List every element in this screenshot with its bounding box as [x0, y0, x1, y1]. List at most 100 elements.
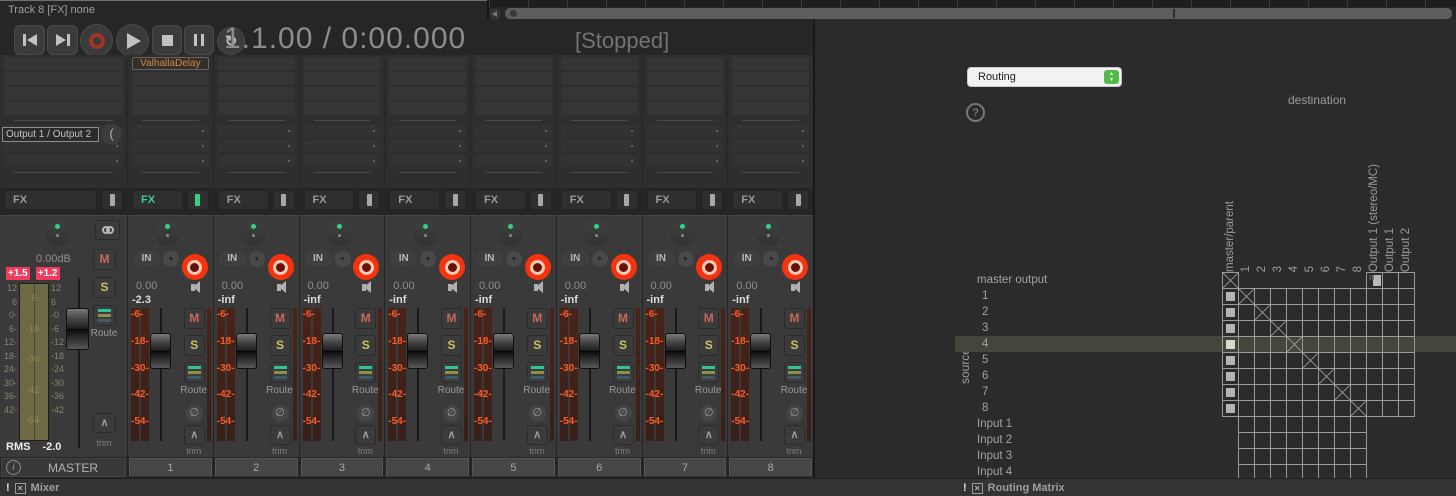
matrix-cell[interactable]	[1238, 304, 1255, 321]
send-slot[interactable]	[732, 155, 809, 167]
record-arm-button[interactable]	[611, 254, 637, 280]
send-slot[interactable]	[132, 155, 209, 167]
fx-slot[interactable]	[561, 87, 638, 100]
matrix-cell[interactable]	[1222, 288, 1239, 305]
route-button[interactable]	[184, 362, 205, 383]
send-slot[interactable]	[561, 125, 638, 137]
matrix-cell[interactable]	[1286, 288, 1303, 305]
matrix-cell[interactable]	[1270, 368, 1287, 385]
send-slot[interactable]	[475, 155, 552, 167]
matrix-cell[interactable]	[1382, 272, 1399, 289]
matrix-cell[interactable]	[1302, 288, 1319, 305]
send-slot[interactable]	[475, 125, 552, 137]
fx-slot[interactable]	[4, 57, 123, 70]
matrix-cell[interactable]	[1286, 416, 1303, 433]
matrix-cell[interactable]	[1350, 304, 1367, 321]
fx-slot[interactable]	[389, 102, 466, 115]
matrix-cell[interactable]	[1286, 304, 1303, 321]
send-slot[interactable]	[218, 125, 295, 137]
matrix-cell[interactable]	[1222, 368, 1239, 385]
solo-button[interactable]: S	[270, 335, 291, 356]
fader-handle[interactable]	[150, 333, 171, 369]
matrix-cell[interactable]	[1302, 304, 1319, 321]
send-slot[interactable]	[561, 155, 638, 167]
matrix-cell[interactable]	[1254, 336, 1271, 353]
matrix-cell[interactable]	[1238, 448, 1255, 465]
clip-indicators[interactable]: +1.5 +1.2	[6, 267, 60, 280]
matrix-cell[interactable]	[1222, 400, 1239, 417]
timeline-ruler[interactable]	[489, 0, 1456, 7]
pan-knob[interactable]	[155, 221, 180, 246]
send-slot[interactable]	[647, 125, 724, 137]
fx-enable-toggle[interactable]	[701, 190, 723, 210]
matrix-cell[interactable]	[1302, 336, 1319, 353]
send-slot[interactable]	[132, 125, 209, 137]
send-slot[interactable]	[389, 125, 466, 137]
matrix-cell[interactable]	[1302, 416, 1319, 433]
solo-button[interactable]: S	[93, 277, 116, 298]
matrix-cell[interactable]	[1318, 288, 1335, 305]
matrix-cell[interactable]	[1366, 336, 1383, 353]
input-button[interactable]: IN	[133, 251, 160, 267]
phase-button[interactable]: ∅	[700, 405, 717, 422]
fx-slot[interactable]	[647, 72, 724, 85]
matrix-cell[interactable]	[1238, 368, 1255, 385]
solo-button[interactable]: S	[784, 335, 805, 356]
matrix-cell[interactable]	[1222, 384, 1239, 401]
trim-button[interactable]: ∧	[784, 425, 805, 445]
matrix-cell[interactable]	[1222, 336, 1239, 353]
route-button[interactable]	[270, 362, 291, 383]
matrix-cell[interactable]	[1318, 448, 1335, 465]
fx-slot[interactable]	[475, 72, 552, 85]
fx-slot[interactable]	[218, 72, 295, 85]
fx-slot[interactable]	[732, 72, 809, 85]
matrix-cell[interactable]	[1398, 400, 1415, 417]
output-knob[interactable]: (	[101, 124, 122, 145]
record-arm-button[interactable]	[439, 254, 465, 280]
send-slot[interactable]	[732, 140, 809, 152]
matrix-cell[interactable]	[1270, 304, 1287, 321]
tab-mixer[interactable]: ! ✕ Mixer	[6, 479, 59, 496]
matrix-cell[interactable]	[1398, 336, 1415, 353]
matrix-cell[interactable]	[1302, 368, 1319, 385]
matrix-cell[interactable]	[1334, 416, 1351, 433]
matrix-cell[interactable]	[1318, 320, 1335, 337]
fx-slot[interactable]	[4, 72, 123, 85]
matrix-cell[interactable]	[1270, 400, 1287, 417]
matrix-cell[interactable]	[1350, 368, 1367, 385]
matrix-cell[interactable]	[1334, 400, 1351, 417]
trim-button[interactable]: ∧	[698, 425, 719, 445]
fx-button[interactable]: FX	[4, 190, 97, 210]
matrix-cell[interactable]	[1254, 400, 1271, 417]
matrix-cell[interactable]	[1318, 304, 1335, 321]
matrix-cell[interactable]	[1366, 384, 1383, 401]
play-button[interactable]	[116, 24, 149, 57]
record-arm-button[interactable]	[353, 254, 379, 280]
trim-button[interactable]: ∧	[527, 425, 548, 445]
solo-button[interactable]: S	[441, 335, 462, 356]
fx-slot[interactable]	[475, 102, 552, 115]
fader-handle[interactable]	[493, 333, 514, 369]
matrix-cell[interactable]	[1302, 320, 1319, 337]
matrix-cell[interactable]	[1254, 448, 1271, 465]
pan-knob[interactable]	[241, 221, 266, 246]
route-button[interactable]	[527, 362, 548, 383]
matrix-cell[interactable]	[1398, 320, 1415, 337]
channel-number[interactable]: 2	[215, 458, 298, 477]
fx-slot[interactable]	[4, 87, 123, 100]
input-dropdown[interactable]: ▼	[420, 251, 436, 267]
phase-button[interactable]: ∅	[615, 405, 632, 422]
matrix-cell[interactable]	[1302, 432, 1319, 449]
route-button[interactable]	[355, 362, 376, 383]
matrix-cell[interactable]	[1270, 336, 1287, 353]
trim-button[interactable]: ∧	[355, 425, 376, 445]
matrix-cell[interactable]	[1270, 320, 1287, 337]
input-button[interactable]: IN	[648, 251, 675, 267]
send-slot[interactable]	[561, 140, 638, 152]
fx-slot[interactable]	[561, 57, 638, 70]
fx-button[interactable]: FX	[647, 190, 698, 210]
matrix-cell[interactable]	[1286, 384, 1303, 401]
input-button[interactable]: IN	[305, 251, 332, 267]
mute-button[interactable]: M	[93, 249, 116, 270]
fx-enable-toggle[interactable]	[444, 190, 466, 210]
